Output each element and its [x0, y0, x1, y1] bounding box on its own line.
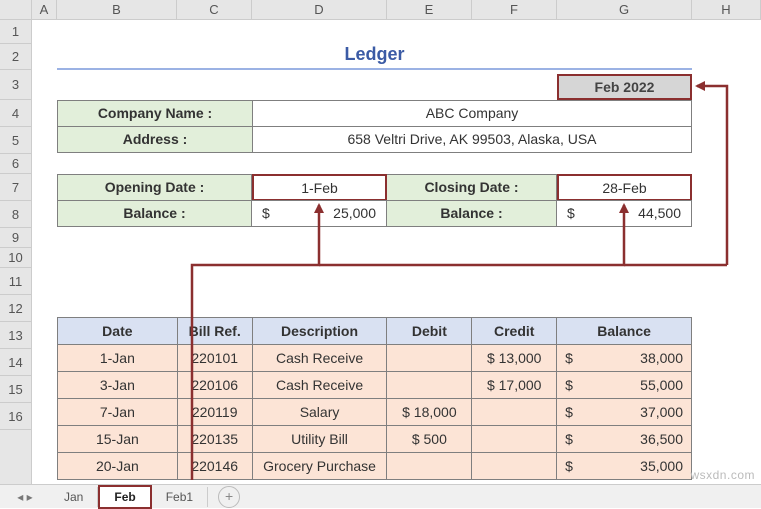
row-7[interactable]: 7 — [0, 174, 31, 201]
closing-date-value[interactable]: 28-Feb — [557, 174, 692, 201]
hdr-bill[interactable]: Bill Ref. — [177, 318, 252, 345]
ledger-title: Ledger — [57, 44, 692, 70]
row-5[interactable]: 5 — [0, 127, 31, 154]
company-name-label: Company Name : — [57, 100, 252, 127]
cell-desc[interactable]: Cash Receive — [252, 372, 387, 399]
row-3[interactable]: 3 — [0, 70, 31, 100]
row-11[interactable]: 11 — [0, 268, 31, 295]
cell-bill[interactable]: 220135 — [177, 426, 252, 453]
row-9[interactable]: 9 — [0, 228, 31, 248]
address-label: Address : — [57, 126, 252, 153]
closing-date-label: Closing Date : — [387, 174, 557, 201]
opening-date-value[interactable]: 1-Feb — [252, 174, 387, 201]
row-4[interactable]: 4 — [0, 100, 31, 127]
col-C[interactable]: C — [177, 0, 252, 19]
tab-feb[interactable]: Feb — [98, 485, 151, 509]
cell-date[interactable]: 20-Jan — [58, 453, 178, 480]
hdr-balance[interactable]: Balance — [557, 318, 692, 345]
cell-bill[interactable]: 220146 — [177, 453, 252, 480]
ledger-table: Date Bill Ref. Description Debit Credit … — [57, 317, 692, 480]
column-headers: A B C D E F G H — [0, 0, 761, 20]
cell-date[interactable]: 7-Jan — [58, 399, 178, 426]
cell-debit[interactable] — [387, 372, 472, 399]
hdr-date[interactable]: Date — [58, 318, 178, 345]
cell-balance[interactable]: $37,000 — [557, 399, 692, 426]
row-13[interactable]: 13 — [0, 322, 31, 349]
table-row[interactable]: 15-Jan220135Utility Bill$ 500 $36,500 — [58, 426, 692, 453]
cell-date[interactable]: 1-Jan — [58, 345, 178, 372]
tab-feb1[interactable]: Feb1 — [152, 487, 208, 507]
hdr-debit[interactable]: Debit — [387, 318, 472, 345]
worksheet[interactable]: Ledger Feb 2022 Company Name : ABC Compa… — [32, 20, 761, 484]
company-name-value[interactable]: ABC Company — [252, 100, 692, 127]
cell-credit[interactable] — [472, 426, 557, 453]
cell-desc[interactable]: Grocery Purchase — [252, 453, 387, 480]
currency-symbol: $ — [262, 201, 270, 226]
cell-debit[interactable]: $ 18,000 — [387, 399, 472, 426]
closing-balance-value[interactable]: $ 44,500 — [557, 200, 692, 227]
cell-date[interactable]: 15-Jan — [58, 426, 178, 453]
col-E[interactable]: E — [387, 0, 472, 19]
cell-debit[interactable] — [387, 345, 472, 372]
row-15[interactable]: 15 — [0, 376, 31, 403]
cell-credit[interactable]: $ 13,000 — [472, 345, 557, 372]
select-all-corner[interactable] — [0, 0, 32, 19]
row-6[interactable]: 6 — [0, 154, 31, 174]
col-F[interactable]: F — [472, 0, 557, 19]
opening-balance-label: Balance : — [57, 200, 252, 227]
closing-balance-label: Balance : — [387, 200, 557, 227]
table-row[interactable]: 7-Jan220119Salary$ 18,000 $37,000 — [58, 399, 692, 426]
cell-desc[interactable]: Utility Bill — [252, 426, 387, 453]
address-value[interactable]: 658 Veltri Drive, AK 99503, Alaska, USA — [252, 126, 692, 153]
currency-symbol: $ — [567, 201, 575, 226]
col-G[interactable]: G — [557, 0, 692, 19]
watermark: wsxdn.com — [690, 468, 755, 482]
opening-balance-number: 25,000 — [333, 201, 376, 226]
row-2[interactable]: 2 — [0, 44, 31, 70]
cell-balance[interactable]: $35,000 — [557, 453, 692, 480]
cell-balance[interactable]: $55,000 — [557, 372, 692, 399]
sheet-tab-bar: ◂ ▸ Jan Feb Feb1 + — [0, 484, 761, 508]
row-16[interactable]: 16 — [0, 403, 31, 430]
cell-debit[interactable]: $ 500 — [387, 426, 472, 453]
new-sheet-button[interactable]: + — [218, 486, 240, 508]
col-B[interactable]: B — [57, 0, 177, 19]
table-header-row: Date Bill Ref. Description Debit Credit … — [58, 318, 692, 345]
cell-desc[interactable]: Salary — [252, 399, 387, 426]
closing-balance-number: 44,500 — [638, 201, 681, 226]
col-A[interactable]: A — [32, 0, 57, 19]
period-badge[interactable]: Feb 2022 — [557, 74, 692, 100]
row-12[interactable]: 12 — [0, 295, 31, 322]
cell-credit[interactable] — [472, 453, 557, 480]
cell-bill[interactable]: 220119 — [177, 399, 252, 426]
hdr-desc[interactable]: Description — [252, 318, 387, 345]
cell-bill[interactable]: 220101 — [177, 345, 252, 372]
hdr-credit[interactable]: Credit — [472, 318, 557, 345]
opening-date-label: Opening Date : — [57, 174, 252, 201]
table-row[interactable]: 20-Jan220146Grocery Purchase $35,000 — [58, 453, 692, 480]
row-8[interactable]: 8 — [0, 201, 31, 228]
col-D[interactable]: D — [252, 0, 387, 19]
row-14[interactable]: 14 — [0, 349, 31, 376]
tab-nav-buttons[interactable]: ◂ ▸ — [0, 490, 50, 504]
cell-date[interactable]: 3-Jan — [58, 372, 178, 399]
cell-desc[interactable]: Cash Receive — [252, 345, 387, 372]
cell-bill[interactable]: 220106 — [177, 372, 252, 399]
cell-credit[interactable]: $ 17,000 — [472, 372, 557, 399]
cell-credit[interactable] — [472, 399, 557, 426]
cell-balance[interactable]: $38,000 — [557, 345, 692, 372]
cell-balance[interactable]: $36,500 — [557, 426, 692, 453]
table-row[interactable]: 1-Jan220101Cash Receive $ 13,000$38,000 — [58, 345, 692, 372]
row-10[interactable]: 10 — [0, 248, 31, 268]
table-row[interactable]: 3-Jan220106Cash Receive $ 17,000$55,000 — [58, 372, 692, 399]
cell-debit[interactable] — [387, 453, 472, 480]
opening-balance-value[interactable]: $ 25,000 — [252, 200, 387, 227]
row-1[interactable]: 1 — [0, 20, 31, 44]
col-H[interactable]: H — [692, 0, 761, 19]
tab-jan[interactable]: Jan — [50, 487, 98, 507]
row-headers: 1 2 3 4 5 6 7 8 9 10 11 12 13 14 15 16 — [0, 20, 32, 484]
